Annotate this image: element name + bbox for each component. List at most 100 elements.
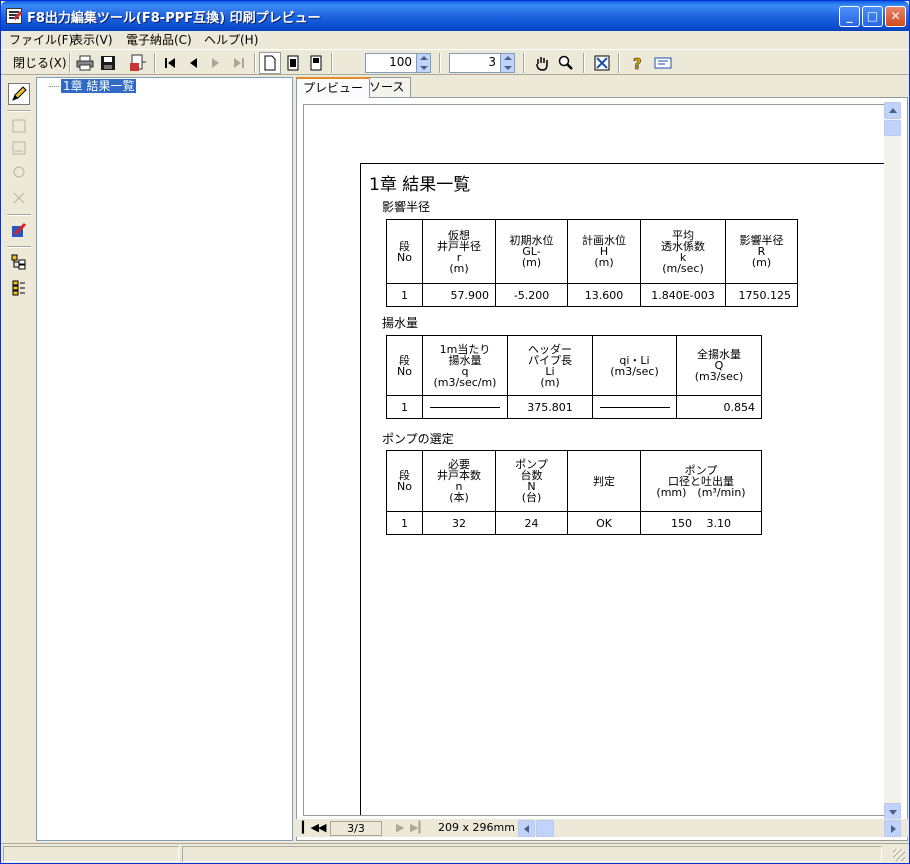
tree-connector: [49, 86, 59, 87]
scroll-left-icon[interactable]: [518, 820, 535, 837]
table-header-cell: 平均 透水係数 k (m/sec): [640, 219, 726, 284]
status-pane-left: [3, 846, 179, 862]
scroll-up-icon[interactable]: [884, 102, 901, 119]
zoom-value: 100: [389, 55, 412, 69]
maximize-button[interactable]: □: [862, 6, 883, 27]
disabled-page-icon-2[interactable]: [8, 137, 30, 159]
section-title-pumping: 揚水量: [382, 316, 419, 330]
outline-tree[interactable]: 1章 結果一覧: [36, 77, 293, 841]
app-icon: [6, 8, 22, 24]
page-spin-arrows[interactable]: [500, 54, 514, 72]
preview-panel: 1章 結果一覧 影響半径 段 No 仮想 井戸半径 r (m) 初期水位 GL-…: [296, 97, 908, 841]
magnifier-icon[interactable]: [555, 52, 577, 74]
status-bar: [1, 843, 909, 863]
printer-icon[interactable]: [74, 52, 96, 74]
nav-prev-icon[interactable]: ◀: [318, 821, 326, 834]
section-title-pump: ポンプの選定: [382, 432, 454, 446]
minimize-button[interactable]: _: [839, 6, 860, 27]
page-value: 3: [488, 55, 496, 69]
left-vertical-toolbar: [1, 77, 35, 841]
next-page-icon[interactable]: [205, 52, 227, 74]
vertical-toolbar-separator: [7, 214, 31, 216]
nav-first-icon[interactable]: ▎◀: [302, 821, 319, 834]
export-icon[interactable]: [127, 52, 149, 74]
close-window-button[interactable]: ✕: [885, 6, 906, 27]
menu-help[interactable]: ヘルプ(H): [202, 32, 260, 48]
toolbar-separator: [618, 53, 620, 73]
pencil-icon[interactable]: [8, 83, 30, 105]
table-cell: 32: [422, 511, 496, 535]
status-pane-main: [182, 846, 882, 862]
table-cell: -5.200: [495, 283, 568, 307]
last-page-icon[interactable]: [228, 52, 250, 74]
multi-page-icon[interactable]: [305, 52, 327, 74]
table-header-cell: 仮想 井戸半径 r (m): [422, 219, 496, 284]
table-header-cell: 段 No: [386, 335, 423, 396]
table-radius: 段 No 仮想 井戸半径 r (m) 初期水位 GL- (m) 計画水位 H (…: [386, 219, 798, 307]
edit-color-icon[interactable]: [8, 219, 30, 241]
vertical-toolbar-separator: [7, 110, 31, 112]
table-pump: 段 No 必要 井戸本数 n (本) ポンプ 台数 N (台) 判定 ポンプ 口…: [386, 450, 762, 535]
resize-grip-icon[interactable]: [893, 849, 905, 861]
menu-electronic-delivery[interactable]: 電子納品(C): [124, 32, 194, 48]
nav-next-icon[interactable]: ▶: [396, 821, 404, 834]
scroll-right-icon[interactable]: [884, 820, 901, 837]
hand-icon[interactable]: [531, 52, 553, 74]
window-title: F8出力編集ツール(F8-PPF互換) 印刷プレビュー: [27, 11, 321, 26]
table-header-cell: ヘッダー パイプ長 Li (m): [507, 335, 593, 396]
fit-icon[interactable]: [591, 52, 613, 74]
table-header-cell: ポンプ 口径と吐出量 (mm) (m³/min): [640, 450, 762, 512]
section-title-radius: 影響半径: [382, 200, 431, 214]
page-spinner[interactable]: 3: [449, 53, 515, 73]
preview-canvas[interactable]: 1章 結果一覧 影響半径 段 No 仮想 井戸半径 r (m) 初期水位 GL-…: [303, 104, 885, 816]
menu-file[interactable]: ファイル(F): [7, 32, 75, 48]
table-cell-dash: [592, 395, 677, 419]
view-tabs: プレビュー ソース: [296, 77, 908, 98]
table-cell-dash: [422, 395, 508, 419]
tab-preview[interactable]: プレビュー: [296, 77, 371, 98]
list-structure-icon[interactable]: [8, 277, 30, 299]
vertical-scrollbar[interactable]: [884, 102, 901, 820]
table-header-cell: 計画水位 H (m): [567, 219, 641, 284]
toolbar: 閉じる(X) 100 3 ?: [1, 49, 909, 75]
first-page-icon[interactable]: [159, 52, 181, 74]
page-indicator: 3/3: [330, 821, 382, 836]
table-cell: OK: [567, 511, 641, 535]
table-cell: 1750.125: [725, 283, 798, 307]
nav-last-icon[interactable]: ▶▎: [410, 821, 427, 834]
scroll-down-icon[interactable]: [884, 803, 901, 820]
double-page-icon[interactable]: [282, 52, 304, 74]
toolbar-separator: [254, 53, 256, 73]
close-preview-button[interactable]: 閉じる(X): [13, 53, 67, 73]
disabled-tool-icon-2[interactable]: [8, 187, 30, 209]
help-icon[interactable]: ?: [626, 52, 648, 74]
zoom-spinner[interactable]: 100: [365, 53, 431, 73]
table-cell: 0.854: [676, 395, 762, 419]
vertical-toolbar-separator: [7, 246, 31, 248]
prev-page-icon[interactable]: [182, 52, 204, 74]
zoom-spin-arrows[interactable]: [416, 54, 430, 72]
single-page-icon[interactable]: [259, 52, 281, 74]
vertical-scroll-thumb[interactable]: [884, 120, 901, 136]
table-header-cell: 影響半径 R (m): [725, 219, 798, 284]
table-pumping: 段 No 1m当たり 揚水量 q (m3/sec/m) ヘッダー パイプ長 Li…: [386, 335, 762, 419]
app-window: F8出力編集ツール(F8-PPF互換) 印刷プレビュー _ □ ✕ ファイル(F…: [0, 0, 910, 864]
table-header-cell: 段 No: [386, 450, 423, 512]
tree-item-results[interactable]: 1章 結果一覧: [61, 79, 137, 93]
tree-structure-icon[interactable]: [8, 251, 30, 273]
paper-size: 209 x 296mm: [438, 821, 515, 834]
table-header-cell: 全揚水量 Q (m3/sec): [676, 335, 762, 396]
horizontal-scroll-thumb[interactable]: [536, 820, 554, 837]
title-bar[interactable]: F8出力編集ツール(F8-PPF互換) 印刷プレビュー _ □ ✕: [1, 1, 909, 31]
save-disk-icon[interactable]: [97, 52, 119, 74]
menu-bar: ファイル(F) 表示(V) 電子納品(C) ヘルプ(H): [1, 31, 909, 49]
table-cell: 1.840E-003: [640, 283, 726, 307]
disabled-tool-icon[interactable]: [8, 161, 30, 183]
table-cell: 150 3.10: [640, 511, 762, 535]
table-header-cell: 段 No: [386, 219, 423, 284]
table-cell: 24: [495, 511, 568, 535]
page-title: 1章 結果一覧: [369, 175, 471, 195]
menu-view[interactable]: 表示(V): [69, 32, 115, 48]
disabled-page-icon[interactable]: [8, 115, 30, 137]
info-icon[interactable]: [652, 52, 674, 74]
